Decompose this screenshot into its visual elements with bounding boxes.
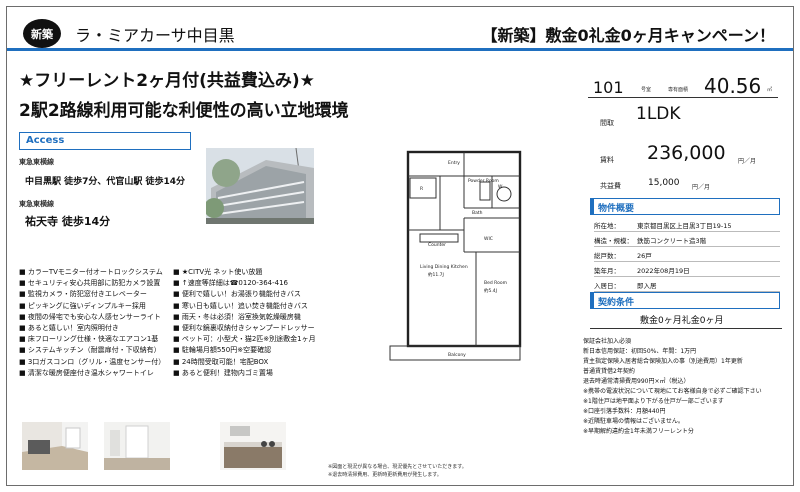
plan-label-powder: Powder Room (468, 178, 499, 184)
station-info: 祐天寺 徒歩14分 (25, 215, 111, 228)
plan-label-wic: WIC (484, 236, 493, 242)
overview-row: 築年月： 2022年08月19日 (594, 262, 780, 277)
note-item: 新日本信用保証：初回50%、年間：1万円 (583, 348, 697, 355)
feature-item: ■ あると嬉しい！室内照明付き (19, 323, 119, 332)
fee-label: 共益費 (600, 182, 621, 190)
note-item: ※近隣駐車場の情報はございません。 (583, 418, 684, 425)
note-item: ※1階住戸は地平面より下がる住戸が一部ございます (583, 398, 724, 405)
plan-label-bed-size: 約5.4J (484, 287, 497, 294)
kitchen-photo (220, 422, 286, 470)
note-item: 普通賃貸借2年契約 (583, 368, 635, 375)
feature-item: ■ 清潔な暖房便座付き温水シャワートイレ (19, 368, 154, 377)
feature-item: ■ カラーTVモニター付オートロックシステム (19, 268, 163, 276)
conditions-main: 敷金0ヶ月礼金0ヶ月 (640, 316, 724, 326)
feature-item: ■ セキュリティ安心共用部に防犯カメラ設置 (19, 279, 161, 288)
area-value: 40.56 (704, 74, 762, 98)
area-unit: ㎡ (767, 87, 773, 93)
feature-item: ■ 便利な鏡裏収納付きシャンプードレッサー (173, 323, 315, 332)
headline-free-rent: ★フリーレント2ヶ月付(共益費込み)★ (19, 71, 315, 91)
plan-label-r: R (420, 186, 423, 192)
rent-unit: 円／月 (738, 158, 757, 165)
feature-item: ■ 24時間受取可能！宅配BOX (173, 357, 269, 366)
area-label: 専有面積 (668, 87, 689, 93)
conditions-title: 契約条件 (590, 292, 780, 309)
note-item: ※携帯の電波状況について現地にてお客様自身で必ずご確認下さい (583, 388, 762, 395)
feature-item: ■ 駐輪場月額550円※空要確認 (173, 346, 272, 355)
building-photo (206, 148, 314, 224)
station-info: 中目黒駅 徒歩7分、代官山駅 徒歩14分 (25, 177, 186, 187)
room-number-label: 号室 (641, 87, 652, 93)
overview-title: 物件概要 (590, 198, 780, 215)
plan-label-balcony: Balcony (448, 352, 466, 358)
feature-item: ■ 3口ガスコンロ（グリル・温度センサー付） (19, 357, 166, 366)
layout-label: 間取 (600, 119, 614, 127)
overview-row: 所在地： 東京都目黒区上目黒3丁目19-15 (594, 217, 780, 232)
note-item: 賃主指定保険入居者総合保険加入の事（別途費用）1年更新 (583, 358, 743, 365)
fee-unit: 円／月 (692, 184, 711, 191)
feature-item: ■ 夜間の帰宅でも安心な人感センサーライト (19, 312, 161, 321)
feature-column-right: ■ ★CITV光 ネット使い放題 ■ ↑速度等詳細は☎0120-364-416 … (173, 267, 321, 379)
plan-label-ldk: Living Dining Kitchen (420, 264, 468, 270)
feature-item: ■ ピッキングに強いディンプルキー採用 (19, 301, 146, 310)
feature-item: ■ システムキッチン（耐震扉付・下収納有） (19, 346, 161, 355)
access-title: Access (19, 132, 191, 150)
feature-item: ■ 監視カメラ・防犯窓付きエレベーター (19, 290, 147, 299)
feature-item: ■ ペット可：小型犬・猫2匹※別途敷金1ヶ月 (173, 335, 316, 344)
note-item: ※口座引落手数料：月額440円 (583, 408, 666, 415)
conditions-notes: 保証会社加入必須 新日本信用保証：初回50%、年間：1万円 賃主指定保険入居者総… (583, 337, 788, 437)
feature-item: ■ 床フローリング仕様・快適なエアコン1基 (19, 335, 159, 344)
feature-item: ■ 寒い日も嬉しい！追い焚き機能付きバス (173, 301, 308, 310)
campaign-banner: 【新築】敷金0礼金0ヶ月キャンペーン！ (481, 26, 775, 45)
rent-label: 賃料 (600, 156, 614, 164)
note-item: 退去時通常清掃費用990円×㎡（税込） (583, 378, 690, 385)
feature-item: ■ ★CITV光 ネット使い放題 (173, 268, 263, 276)
new-badge: 新築 (23, 19, 61, 48)
rent-value: 236,000 (647, 142, 726, 164)
layout-value: 1LDK (636, 104, 681, 124)
property-name: ラ・ミアカーサ中目黒 (75, 26, 235, 45)
conditions-divider (590, 328, 782, 329)
floor-plan: Entry Powder Room W R Bath Counter WIC L… (380, 148, 530, 366)
room-number: 101 (593, 78, 624, 97)
feature-item: ■ 雨天・冬は必須！浴室換気乾燥暖房機 (173, 312, 301, 321)
floorplan-note: ※退去時清掃費用、更新時更新費用が発生します。 (328, 472, 442, 478)
feature-column-left: ■ カラーTVモニター付オートロックシステム ■ セキュリティ安心共用部に防犯カ… (19, 267, 167, 379)
plan-label-ldk-size: 約11.7J (428, 271, 444, 278)
overview-row: 入居日： 即入居 (594, 277, 780, 292)
note-item: ※早期解約違約金1年未満フリーレント分 (583, 428, 694, 435)
plan-label-entry: Entry (448, 160, 460, 166)
plan-label-counter: Counter (428, 242, 446, 248)
note-item: 保証会社加入必須 (583, 338, 632, 345)
plan-label-w: W (498, 184, 503, 190)
train-line-label: 東急東横線 (19, 158, 54, 166)
interior-photo (104, 422, 170, 470)
overview-row: 構造・規模： 鉄筋コンクリート造3階 (594, 232, 780, 247)
headline-access: 2駅2路線利用可能な利便性の高い立地環境 (19, 101, 349, 121)
room-divider (588, 97, 778, 98)
fee-value: 15,000 (648, 178, 680, 188)
plan-label-bath: Bath (472, 210, 483, 216)
feature-item: ■ ↑速度等詳細は☎0120-364-416 (173, 279, 289, 288)
train-line-label: 東急東横線 (19, 200, 54, 208)
feature-item: ■ 便利で嬉しい！お湯張り機能付きバス (173, 290, 301, 299)
floorplan-note: ※図面と現況が異なる場合、現況優先とさせていただきます。 (328, 464, 467, 470)
plan-label-bed: Bed Room (484, 280, 507, 286)
feature-item: ■ あると便利！建物内ゴミ置場 (173, 368, 273, 377)
interior-photo (22, 422, 88, 470)
overview-row: 総戸数： 26戸 (594, 247, 780, 262)
